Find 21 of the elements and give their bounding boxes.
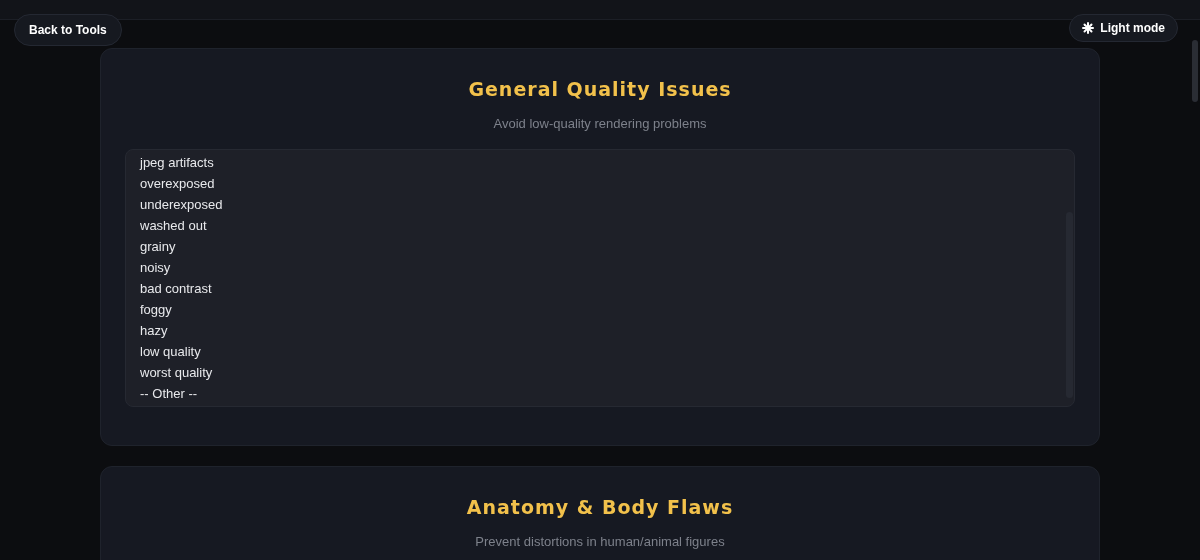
list-option[interactable]: grainy <box>140 236 176 257</box>
section-title: General Quality Issues <box>468 77 732 102</box>
list-option[interactable]: hazy <box>140 320 168 341</box>
list-option[interactable]: low quality <box>140 341 201 362</box>
back-button[interactable]: Back to Tools <box>14 14 122 46</box>
page-scrollbar[interactable] <box>1192 40 1198 102</box>
list-option[interactable]: worst quality <box>140 362 213 383</box>
list-option[interactable]: bad contrast <box>140 278 212 299</box>
list-option[interactable]: -- Other -- <box>140 383 198 404</box>
list-option[interactable]: overexposed <box>140 173 215 194</box>
section-subtitle: Prevent distortions in human/animal figures <box>475 532 725 551</box>
sun-icon <box>1082 22 1095 34</box>
list-option[interactable]: washed out <box>140 215 207 236</box>
theme-toggle[interactable]: Light mode <box>1069 14 1178 42</box>
section-title: Anatomy & Body Flaws <box>466 495 734 520</box>
options-listbox[interactable]: jpeg artifacts overexposed underexposed washed out grainy noisy bad contrast foggy hazy low quality worst quality -- Other -- <box>125 149 1075 407</box>
list-option[interactable]: jpeg artifacts <box>140 152 214 173</box>
section-subtitle: Avoid low-quality rendering problems <box>493 114 707 133</box>
list-option[interactable]: underexposed <box>140 194 223 215</box>
list-option[interactable]: noisy <box>140 257 171 278</box>
list-option[interactable]: foggy <box>140 299 172 320</box>
